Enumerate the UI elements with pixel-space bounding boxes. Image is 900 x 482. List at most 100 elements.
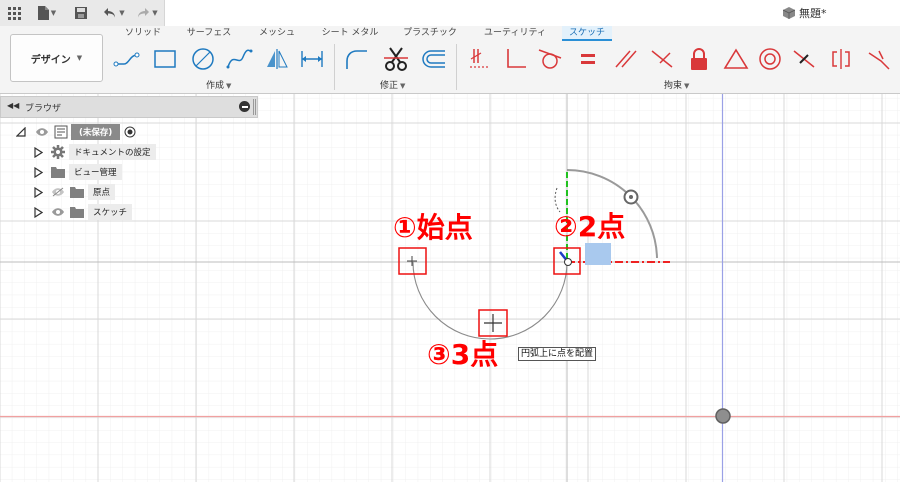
symmetry-icon — [832, 49, 850, 69]
panel-resize-handle[interactable] — [253, 99, 256, 115]
modify-group-label: 修正 — [380, 81, 399, 91]
create-group-menu[interactable]: 作成 ▼ — [206, 78, 231, 91]
chevron-down-icon: ▼ — [684, 82, 690, 90]
chevron-down-icon: ▼ — [76, 54, 83, 62]
browser-title: ブラウザ — [25, 104, 62, 114]
tangent-icon — [538, 49, 562, 69]
fix-constraint-button[interactable] — [684, 45, 714, 73]
tab-utility[interactable]: ユーティリティ — [482, 26, 548, 41]
chevron-down-icon: ▼ — [400, 82, 406, 90]
dimension-input-highlight[interactable] — [585, 243, 611, 265]
perpendicular-lines-button[interactable] — [647, 45, 677, 73]
tab-sheet-metal[interactable]: シート メタル — [318, 26, 382, 41]
triangle-constraint-button[interactable] — [721, 45, 751, 73]
modify-group-menu[interactable]: 修正 ▼ — [380, 78, 405, 91]
tree-item-document-settings[interactable]: ドキュメントの設定 — [34, 143, 156, 161]
dimension-tool-button[interactable] — [297, 45, 327, 73]
equal-constraint-button[interactable] — [573, 45, 603, 73]
document-tab[interactable]: 無題* — [783, 5, 827, 21]
equal-icon — [581, 54, 595, 64]
concentric-constraint-button[interactable] — [755, 45, 785, 73]
eye-icon[interactable] — [51, 207, 65, 217]
circle-tool-button[interactable] — [188, 45, 218, 73]
browser-header: ◀◀ ブラウザ — [0, 96, 258, 118]
start-point-annotation: ①始点 — [393, 211, 473, 244]
eye-hidden-icon[interactable] — [51, 187, 65, 197]
parallel-icon — [615, 50, 637, 68]
origin-point[interactable] — [715, 408, 731, 424]
coincident-icon — [470, 49, 490, 68]
workspace-switcher-button[interactable]: デザイン ▼ — [10, 34, 103, 82]
third-point-annotation: ③3点 — [427, 338, 499, 371]
spline-tool-button[interactable] — [224, 45, 254, 73]
scissors-icon — [384, 47, 408, 71]
file-icon — [37, 6, 49, 20]
arc-grip-dot — [629, 195, 633, 199]
tab-mesh[interactable]: メッシュ — [255, 26, 299, 41]
undo-button[interactable]: ▼ — [100, 5, 128, 21]
second-point-dot[interactable] — [564, 258, 572, 266]
tree-root-row[interactable]: (未保存) — [16, 123, 136, 141]
file-menu-button[interactable]: ▼ — [34, 5, 60, 21]
collapsed-triangle-icon[interactable] — [34, 166, 43, 178]
fillet-tool-button[interactable] — [342, 45, 372, 73]
constraints-group-menu[interactable]: 拘束 ▼ — [664, 78, 689, 91]
concentric-icon — [759, 48, 781, 70]
constraints-group-label: 拘束 — [664, 81, 683, 91]
collapsed-triangle-icon[interactable] — [34, 146, 43, 158]
symmetry-constraint-button[interactable] — [826, 45, 856, 73]
tab-surface[interactable]: サーフェス — [183, 26, 235, 41]
tab-plastic[interactable]: プラスチック — [400, 26, 460, 41]
offset-tool-button[interactable] — [418, 45, 448, 73]
root-component-label: (未保存) — [71, 124, 121, 140]
curvature-constraint-button[interactable] — [864, 45, 894, 73]
group-divider — [456, 44, 457, 90]
tree-item-label: ビュー管理 — [69, 164, 122, 180]
grid-menu-icon[interactable] — [6, 5, 22, 21]
tangent-constraint-button[interactable] — [535, 45, 565, 73]
tree-item-origin[interactable]: 原点 — [34, 183, 116, 201]
line-icon — [113, 52, 140, 67]
chevron-down-icon: ▼ — [119, 9, 125, 17]
mirror-icon — [267, 49, 288, 69]
parallel-constraint-button[interactable] — [611, 45, 641, 73]
expanded-triangle-icon[interactable] — [16, 127, 26, 137]
tab-solid[interactable]: ソリッド — [120, 26, 166, 41]
tree-item-view-manager[interactable]: ビュー管理 — [34, 163, 122, 181]
tree-item-sketches[interactable]: スケッチ — [34, 203, 133, 221]
application-bar: ▼ ▼ ▼ 無題* — [0, 0, 900, 26]
trim-tool-button[interactable] — [381, 45, 411, 73]
midpoint-constraint-button[interactable] — [789, 45, 819, 73]
line-tool-button[interactable] — [112, 45, 142, 73]
perpendicular-icon — [507, 49, 526, 68]
minus-icon — [241, 105, 248, 108]
rectangle-tool-button[interactable] — [150, 45, 180, 73]
eye-icon[interactable] — [35, 127, 49, 137]
quick-access-toolbar: ▼ ▼ ▼ — [0, 0, 165, 26]
tab-sketch[interactable]: スケッチ — [562, 26, 612, 41]
dimension-icon — [301, 51, 323, 67]
minimize-panel-button[interactable] — [239, 101, 250, 112]
save-button[interactable] — [74, 5, 88, 21]
cursor-tooltip: 円弧上に点を配置 — [518, 347, 597, 361]
coincident-constraint-button[interactable] — [465, 45, 495, 73]
perpendicular-constraint-button[interactable] — [501, 45, 531, 73]
mirror-tool-button[interactable] — [262, 45, 292, 73]
folder-icon — [70, 207, 84, 218]
collapse-panel-icon[interactable]: ◀◀ — [7, 101, 19, 110]
document-title: 無題* — [799, 7, 827, 20]
redo-button[interactable]: ▼ — [134, 5, 160, 21]
tree-item-label: スケッチ — [88, 204, 133, 220]
save-icon — [75, 7, 87, 19]
curvature-icon — [868, 50, 890, 70]
active-radio-icon[interactable] — [124, 126, 136, 138]
gear-icon — [51, 145, 65, 159]
collapsed-triangle-icon[interactable] — [34, 186, 43, 198]
lock-icon — [691, 48, 707, 70]
create-group-label: 作成 — [206, 81, 225, 91]
cube-icon — [783, 7, 795, 19]
toolbar-ribbon: デザイン ▼ ソリッド サーフェス メッシュ シート メタル プラスチック ユー… — [0, 26, 900, 94]
triangle-icon — [723, 48, 749, 69]
collapsed-triangle-icon[interactable] — [34, 206, 43, 218]
spline-icon — [226, 49, 253, 69]
